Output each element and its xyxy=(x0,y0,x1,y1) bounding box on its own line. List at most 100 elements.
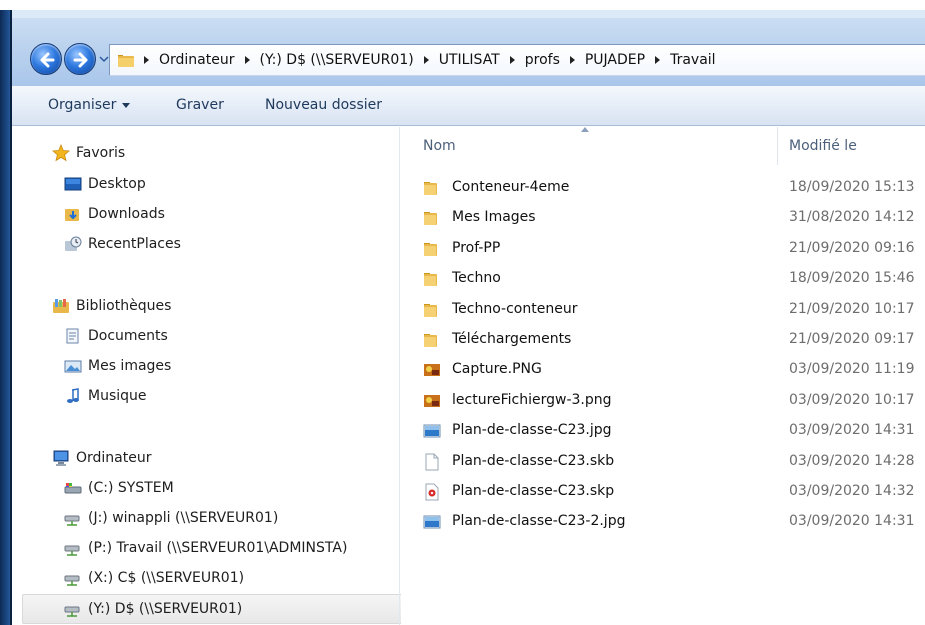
file-row[interactable]: Techno 18/09/2020 15:46 xyxy=(401,264,925,294)
address-bar[interactable]: Ordinateur (Y:) D$ (\\SERVEUR01) UTILISA… xyxy=(109,44,925,76)
file-modified-date: 03/09/2020 10:17 xyxy=(789,392,915,408)
file-name: Plan-de-classe-C23.jpg xyxy=(452,422,612,438)
breadcrumb-item-computer[interactable]: Ordinateur xyxy=(159,52,235,68)
breadcrumb-chevron-icon[interactable] xyxy=(423,56,429,64)
nav-item-label: Mes images xyxy=(88,358,172,374)
breadcrumb-chevron-icon[interactable] xyxy=(244,56,250,64)
file-row[interactable]: Plan-de-classe-C23.skp 03/09/2020 14:32 xyxy=(401,477,925,507)
nav-item-label: (Y:) D$ (\\SERVEUR01) xyxy=(88,601,243,617)
organize-label: Organiser xyxy=(48,97,117,113)
file-row[interactable]: Plan-de-classe-C23.skb 03/09/2020 14:28 xyxy=(401,447,925,477)
file-name: Prof-PP xyxy=(452,240,501,256)
nav-item-downloads[interactable]: Downloads xyxy=(64,201,165,227)
file-name: Plan-de-classe-C23.skb xyxy=(452,453,615,469)
nav-libraries-label: Bibliothèques xyxy=(76,298,172,314)
nav-item-label: Documents xyxy=(88,328,168,344)
new-folder-button[interactable]: Nouveau dossier xyxy=(265,97,382,113)
file-name: Téléchargements xyxy=(452,331,572,347)
pictures-icon xyxy=(64,360,82,373)
file-modified-date: 21/09/2020 10:17 xyxy=(789,301,915,317)
nav-item-documents[interactable]: Documents xyxy=(64,323,168,349)
music-icon xyxy=(67,388,79,403)
organize-button[interactable]: Organiser xyxy=(48,97,131,113)
window-frame xyxy=(0,10,12,625)
file-row[interactable]: Prof-PP 21/09/2020 09:16 xyxy=(401,234,925,264)
nav-item-label: RecentPlaces xyxy=(88,236,181,252)
forward-button[interactable] xyxy=(64,43,96,75)
jpg-file-icon xyxy=(423,424,441,438)
documents-icon xyxy=(66,328,79,344)
column-header-modified[interactable]: Modifié le xyxy=(789,138,857,154)
folder-icon xyxy=(118,55,134,67)
file-row[interactable]: Téléchargements 21/09/2020 09:17 xyxy=(401,325,925,355)
forward-arrow-icon xyxy=(73,52,88,68)
nav-item-pictures[interactable]: Mes images xyxy=(64,353,171,379)
breadcrumb-item-pujadep[interactable]: PUJADEP xyxy=(585,52,645,68)
nav-item-label: (J:) winappli (\\SERVEUR01) xyxy=(88,510,279,526)
address-area: Ordinateur (Y:) D$ (\\SERVEUR01) UTILISA… xyxy=(12,10,925,86)
breadcrumb-item-travail[interactable]: Travail xyxy=(670,52,715,68)
nav-item-label: (X:) C$ (\\SERVEUR01) xyxy=(88,570,245,586)
nav-item-label: Desktop xyxy=(88,176,146,192)
network-drive-icon xyxy=(64,606,80,617)
libraries-icon xyxy=(53,299,69,313)
file-row[interactable]: Plan-de-classe-C23.jpg 03/09/2020 14:31 xyxy=(401,416,925,446)
nav-drive-p[interactable]: (P:) Travail (\\SERVEUR01\ADMINSTA) xyxy=(64,535,347,561)
history-dropdown-icon[interactable] xyxy=(99,54,109,64)
file-name: lectureFichiergw-3.png xyxy=(452,392,612,408)
breadcrumb-chevron-icon[interactable] xyxy=(569,56,575,64)
chevron-down-icon xyxy=(122,102,131,108)
breadcrumb-chevron-icon[interactable] xyxy=(509,56,515,64)
nav-drive-j[interactable]: (J:) winappli (\\SERVEUR01) xyxy=(64,505,278,531)
nav-favorites-label: Favoris xyxy=(76,145,126,161)
file-modified-date: 03/09/2020 14:28 xyxy=(789,453,915,469)
file-name: Plan-de-classe-C23.skp xyxy=(452,483,615,499)
image-file-icon xyxy=(424,395,440,407)
file-row[interactable]: Techno-conteneur 21/09/2020 10:17 xyxy=(401,295,925,325)
downloads-folder-icon xyxy=(65,209,79,221)
desktop-icon xyxy=(64,177,82,191)
nav-computer-label: Ordinateur xyxy=(76,450,152,466)
file-modified-date: 21/09/2020 09:17 xyxy=(789,331,915,347)
nav-drive-y[interactable]: (Y:) D$ (\\SERVEUR01) xyxy=(64,596,242,622)
file-row[interactable]: Conteneur-4eme 18/09/2020 15:13 xyxy=(401,173,925,203)
network-drive-icon xyxy=(64,575,80,586)
nav-libraries[interactable]: Bibliothèques xyxy=(52,293,171,319)
breadcrumb-item-profs[interactable]: profs xyxy=(525,52,560,68)
breadcrumb-item-drive[interactable]: (Y:) D$ (\\SERVEUR01) xyxy=(260,52,414,68)
navigation-pane: Favoris Desktop Downloads RecentPlaces B… xyxy=(12,127,404,625)
nav-item-desktop[interactable]: Desktop xyxy=(64,171,146,197)
folder-icon xyxy=(424,243,437,256)
nav-item-music[interactable]: Musique xyxy=(64,383,147,409)
file-row[interactable]: Capture.PNG 03/09/2020 11:19 xyxy=(401,355,925,385)
folder-icon xyxy=(424,273,437,286)
command-bar: Organiser Graver Nouveau dossier xyxy=(12,86,925,126)
sort-ascending-icon xyxy=(581,127,589,132)
sketchup-file-icon xyxy=(425,483,439,501)
nav-favorites[interactable]: Favoris xyxy=(52,140,125,166)
file-row[interactable]: lectureFichiergw-3.png 03/09/2020 10:17 xyxy=(401,386,925,416)
file-name: Mes Images xyxy=(452,209,536,225)
file-row[interactable]: Plan-de-classe-C23-2.jpg 03/09/2020 14:31 xyxy=(401,507,925,537)
breadcrumb-chevron-icon[interactable] xyxy=(144,56,149,64)
nav-computer[interactable]: Ordinateur xyxy=(52,445,152,471)
column-header-row: Nom Modifié le xyxy=(401,127,925,165)
file-modified-date: 03/09/2020 14:31 xyxy=(789,513,915,529)
nav-item-label: (C:) SYSTEM xyxy=(88,480,174,496)
breadcrumb-item-utilisat[interactable]: UTILISAT xyxy=(439,52,500,68)
column-header-name[interactable]: Nom xyxy=(423,138,456,154)
image-file-icon xyxy=(424,364,440,376)
breadcrumb-chevron-icon[interactable] xyxy=(655,56,661,64)
file-modified-date: 18/09/2020 15:13 xyxy=(789,179,915,195)
nav-item-recentplaces[interactable]: RecentPlaces xyxy=(64,231,181,257)
folder-icon xyxy=(424,334,437,347)
nav-drive-x[interactable]: (X:) C$ (\\SERVEUR01) xyxy=(64,565,244,591)
burn-button[interactable]: Graver xyxy=(176,97,224,113)
title-bar-gloss xyxy=(12,10,925,18)
jpg-file-icon xyxy=(423,515,441,529)
nav-drive-c[interactable]: (C:) SYSTEM xyxy=(64,475,174,501)
file-row[interactable]: Mes Images 31/08/2020 14:12 xyxy=(401,203,925,233)
column-divider[interactable] xyxy=(777,127,778,165)
back-button[interactable] xyxy=(30,43,62,75)
system-drive-icon xyxy=(64,483,82,494)
